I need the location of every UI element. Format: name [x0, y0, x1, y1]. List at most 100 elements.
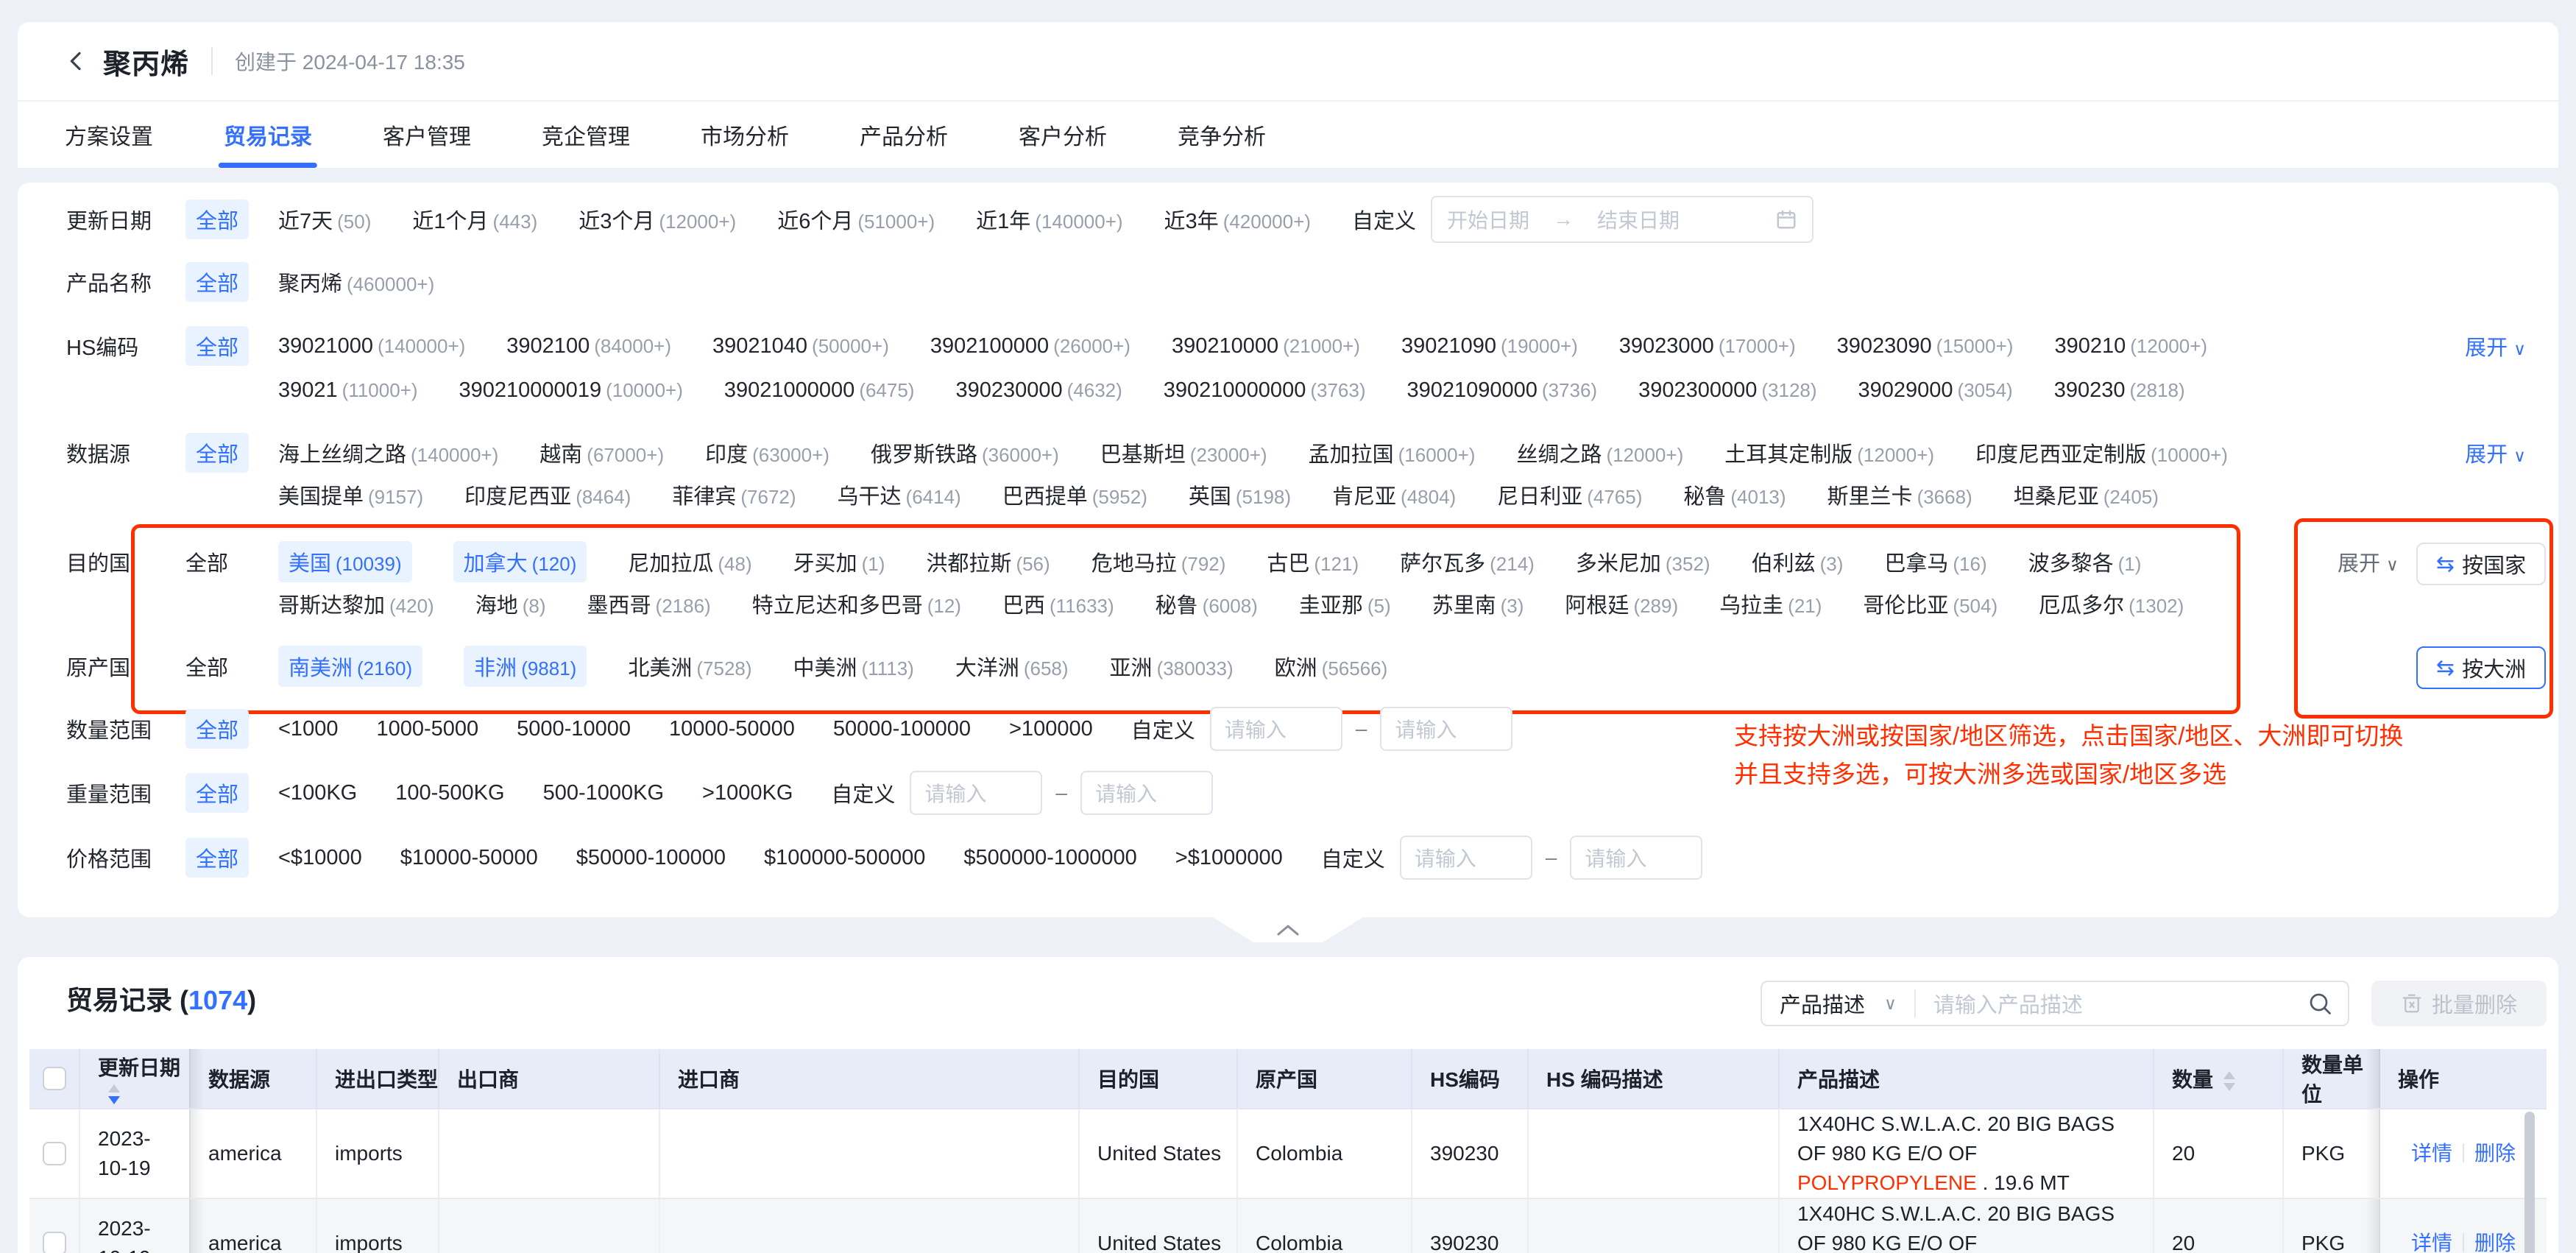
filter-option[interactable]: 39029000(3054) — [1858, 378, 2013, 403]
filter-option[interactable]: 近1个月(443) — [412, 204, 537, 235]
filter-option[interactable]: 南美洲(2160) — [278, 646, 422, 687]
custom-option[interactable]: 自定义 — [1352, 204, 1416, 235]
filter-option[interactable]: 伯利兹(3) — [1752, 546, 1844, 577]
all-chip-quantity[interactable]: 全部 — [185, 709, 249, 749]
tab-3[interactable]: 竞企管理 — [542, 102, 630, 168]
filter-option[interactable]: 390210000019(10000+) — [459, 378, 683, 403]
all-chip-update-date[interactable]: 全部 — [185, 200, 249, 239]
search-input[interactable]: 请输入产品描述 — [1933, 988, 2083, 1019]
filter-option[interactable]: 大洋洲(658) — [955, 651, 1069, 682]
filter-option[interactable]: $10000-50000 — [400, 846, 538, 870]
filter-option[interactable]: >100000 — [1009, 717, 1093, 741]
filter-option[interactable]: 孟加拉国(16000+) — [1309, 437, 1476, 468]
custom-option[interactable]: 自定义 — [831, 777, 895, 808]
filter-option[interactable]: 3902300000(3128) — [1638, 378, 1816, 403]
filter-option[interactable]: 土耳其定制版(12000+) — [1724, 437, 1934, 468]
filter-option[interactable]: 5000-10000 — [517, 717, 631, 741]
row-checkbox[interactable] — [43, 1142, 66, 1165]
filter-option[interactable]: 非洲(9881) — [464, 646, 587, 687]
filter-option[interactable]: 斯里兰卡(3668) — [1827, 479, 1972, 510]
filter-option[interactable]: 10000-50000 — [669, 717, 795, 741]
all-chip-hs-code[interactable]: 全部 — [185, 326, 249, 366]
filter-option[interactable]: 加拿大(120) — [453, 541, 587, 582]
filter-option[interactable]: 印度尼西亚(8464) — [464, 479, 631, 510]
filter-option[interactable]: 哥斯达黎加(420) — [278, 588, 434, 619]
weight-min-input[interactable]: 请输入 — [910, 771, 1042, 815]
tab-2[interactable]: 客户管理 — [383, 102, 471, 168]
filter-option[interactable]: 英国(5198) — [1189, 479, 1291, 510]
filter-option[interactable]: $50000-100000 — [576, 846, 726, 870]
delete-link[interactable]: 删除 — [2474, 1142, 2516, 1165]
filter-option[interactable]: 39021040(50000+) — [712, 334, 889, 359]
filter-option[interactable]: 北美洲(7528) — [628, 651, 751, 682]
filter-option[interactable]: 50000-100000 — [833, 717, 971, 741]
filter-option[interactable]: 巴基斯坦(23000+) — [1100, 437, 1267, 468]
filter-option[interactable]: $500000-1000000 — [963, 846, 1136, 870]
filter-option[interactable]: <100KG — [278, 781, 357, 805]
filter-option[interactable]: 近3个月(12000+) — [578, 204, 736, 235]
filter-option[interactable]: 巴西(11633) — [1002, 588, 1114, 619]
filter-option[interactable]: 美国(10039) — [278, 541, 412, 582]
expand-button-destination[interactable]: 展开∨ — [2338, 546, 2399, 577]
detail-link[interactable]: 详情 — [2411, 1232, 2452, 1253]
price-min-input[interactable]: 请输入 — [1400, 836, 1532, 880]
filter-option[interactable]: 特立尼达和多巴哥(12) — [752, 588, 961, 619]
filter-option[interactable]: 巴西提单(5952) — [1002, 479, 1147, 510]
filter-option[interactable]: 3902100000(26000+) — [930, 334, 1130, 359]
filter-option[interactable]: 巴拿马(16) — [1884, 546, 1986, 577]
filter-option[interactable]: 39023000(17000+) — [1619, 334, 1796, 359]
sort-icon[interactable] — [108, 1084, 120, 1104]
filter-option[interactable]: 俄罗斯铁路(36000+) — [871, 437, 1059, 468]
filter-option[interactable]: 近3年(420000+) — [1164, 204, 1311, 235]
filter-option[interactable]: 39021000(140000+) — [278, 334, 465, 359]
filter-option[interactable]: 墨西哥(2186) — [587, 588, 711, 619]
quantity-max-input[interactable]: 请输入 — [1380, 707, 1512, 751]
filter-option[interactable]: 尼日利亚(4765) — [1497, 479, 1642, 510]
filter-option[interactable]: 尼加拉瓜(48) — [628, 546, 751, 577]
filter-option[interactable]: 3902100(84000+) — [506, 334, 671, 359]
col-header-date[interactable]: 更新日期 — [79, 1049, 190, 1109]
sort-icon[interactable] — [2223, 1071, 2235, 1091]
all-option-origin[interactable]: 全部 — [185, 651, 228, 682]
filter-option[interactable]: 近1年(140000+) — [976, 204, 1122, 235]
filter-option[interactable]: 古巴(121) — [1267, 546, 1359, 577]
select-all-checkbox[interactable] — [43, 1067, 66, 1090]
filter-option[interactable]: 乌干达(6414) — [838, 479, 961, 510]
filter-option[interactable]: 近6个月(51000+) — [777, 204, 935, 235]
filter-option[interactable]: 近7天(50) — [278, 204, 371, 235]
all-chip-product-name[interactable]: 全部 — [185, 262, 249, 302]
filter-option[interactable]: 肯尼亚(4804) — [1332, 479, 1456, 510]
all-chip-weight[interactable]: 全部 — [185, 773, 249, 813]
filter-option[interactable]: 39021090000(3736) — [1406, 378, 1597, 403]
filter-option[interactable]: 印度尼西亚定制版(10000+) — [1975, 437, 2228, 468]
filter-option[interactable]: 390210000(21000+) — [1172, 334, 1360, 359]
filter-option[interactable]: 中美洲(1113) — [793, 651, 914, 682]
date-range-input[interactable]: 开始日期 → 结束日期 — [1431, 196, 1814, 243]
filter-by-continent-button[interactable]: ⇆ 按大洲 — [2416, 646, 2546, 689]
bulk-delete-button[interactable]: 批量删除 — [2371, 981, 2547, 1026]
filter-option[interactable]: 美国提单(9157) — [278, 479, 423, 510]
filter-option[interactable]: 波多黎各(1) — [2028, 546, 2142, 577]
all-chip-data-source[interactable]: 全部 — [185, 433, 249, 473]
filter-option[interactable]: 牙买加(1) — [793, 546, 885, 577]
filter-option[interactable]: <1000 — [278, 717, 338, 741]
filter-option[interactable]: 39021(11000+) — [278, 378, 418, 403]
weight-max-input[interactable]: 请输入 — [1080, 771, 1213, 815]
filter-option[interactable]: 洪都拉斯(56) — [926, 546, 1050, 577]
filter-option[interactable]: 菲律宾(7672) — [672, 479, 796, 510]
expand-button-hs-code[interactable]: 展开∨ — [2465, 331, 2526, 361]
filter-option[interactable]: 越南(67000+) — [539, 437, 664, 468]
filter-option[interactable]: 1000-5000 — [376, 717, 478, 741]
filter-option[interactable]: 丝绸之路(12000+) — [1516, 437, 1683, 468]
filter-option[interactable]: 39021000000(6475) — [724, 378, 915, 403]
filter-option[interactable]: 390210(12000+) — [2054, 334, 2207, 359]
search-field-select[interactable]: 产品描述 ∨ — [1762, 988, 1914, 1019]
tab-5[interactable]: 产品分析 — [860, 102, 948, 168]
collapse-filter-button[interactable] — [1213, 917, 1363, 942]
filter-option[interactable]: 100-500KG — [395, 781, 504, 805]
filter-option[interactable]: $100000-500000 — [764, 846, 925, 870]
custom-option[interactable]: 自定义 — [1131, 713, 1195, 744]
filter-option[interactable]: 坦桑尼亚(2405) — [2014, 479, 2159, 510]
filter-option[interactable]: 厄瓜多尔(1302) — [2039, 588, 2184, 619]
filter-option[interactable]: 390230(2818) — [2054, 378, 2185, 403]
